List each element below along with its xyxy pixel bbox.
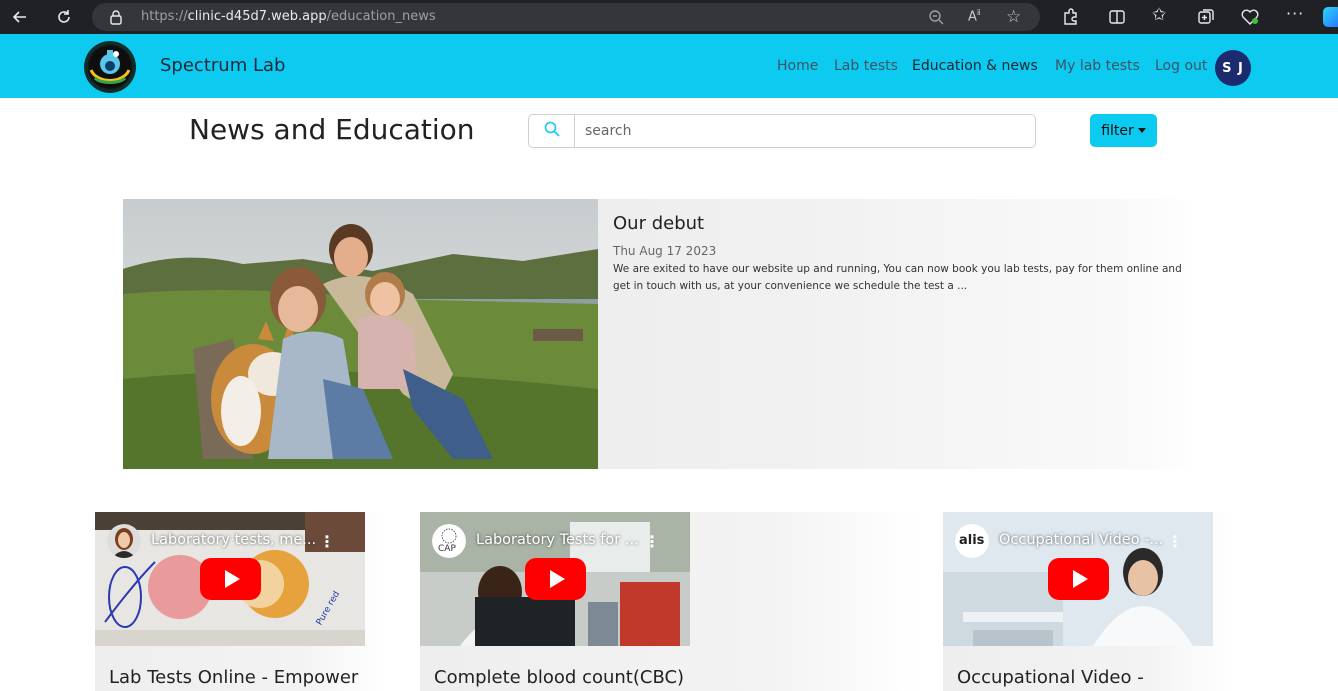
- nav-education-news[interactable]: Education & news: [912, 58, 1038, 74]
- featured-article-date: Thu Aug 17 2023: [613, 244, 717, 258]
- video-card[interactable]: alis Occupational Video -... ⋮ Occupatio…: [943, 512, 1233, 691]
- video-title[interactable]: Laboratory Tests for ...: [476, 532, 639, 548]
- channel-avatar[interactable]: CAP: [432, 524, 466, 558]
- url-text: https://clinic-d45d7.web.app/education_n…: [141, 9, 436, 24]
- brand-name[interactable]: Spectrum Lab: [160, 55, 285, 76]
- video-card[interactable]: CAP Laboratory Tests for ... ⋮ Complete …: [420, 512, 920, 691]
- favorite-star-icon[interactable]: ☆: [1006, 7, 1021, 27]
- channel-avatar[interactable]: [107, 524, 141, 558]
- play-button-icon[interactable]: [525, 558, 586, 600]
- user-avatar[interactable]: S J: [1215, 50, 1251, 86]
- video-thumbnail[interactable]: Pure red Laboratory tests, me... ⋮: [95, 512, 365, 646]
- split-screen-icon[interactable]: [1108, 8, 1126, 30]
- back-icon[interactable]: [8, 5, 32, 29]
- channel-avatar[interactable]: alis: [955, 524, 989, 558]
- lock-icon: [109, 9, 123, 29]
- video-thumbnail[interactable]: alis Occupational Video -... ⋮: [943, 512, 1213, 646]
- featured-article-title[interactable]: Our debut: [613, 213, 704, 234]
- search-icon: [544, 121, 560, 141]
- extensions-icon[interactable]: [1060, 7, 1080, 31]
- more-vert-icon[interactable]: ⋮: [319, 532, 335, 551]
- browser-toolbar: https://clinic-d45d7.web.app/education_n…: [0, 0, 1338, 34]
- read-aloud-icon[interactable]: Aⅱ: [968, 8, 981, 24]
- caret-down-icon: [1137, 128, 1146, 133]
- spectrum-lab-logo[interactable]: [83, 40, 137, 94]
- play-button-icon[interactable]: [200, 558, 261, 600]
- nav-log-out[interactable]: Log out: [1155, 58, 1207, 74]
- search-button[interactable]: [529, 115, 575, 147]
- nav-home[interactable]: Home: [777, 58, 818, 74]
- collections-icon[interactable]: [1197, 8, 1215, 30]
- page-title: News and Education: [189, 113, 475, 146]
- video-thumbnail[interactable]: CAP Laboratory Tests for ... ⋮: [420, 512, 690, 646]
- more-vert-icon[interactable]: ⋮: [644, 532, 660, 551]
- play-button-icon[interactable]: [1048, 558, 1109, 600]
- browser-essentials-icon[interactable]: [1240, 8, 1260, 30]
- featured-article-card[interactable]: Our debut Thu Aug 17 2023 We are exited …: [123, 199, 1198, 469]
- copilot-icon[interactable]: [1323, 7, 1338, 27]
- nav-lab-tests[interactable]: Lab tests: [834, 58, 898, 74]
- video-title[interactable]: Occupational Video -...: [999, 532, 1163, 548]
- card-title[interactable]: Complete blood count(CBC): [434, 667, 684, 688]
- site-navbar: Spectrum Lab Home Lab tests Education & …: [0, 34, 1338, 98]
- more-vert-icon[interactable]: ⋮: [1167, 532, 1183, 551]
- video-title[interactable]: Laboratory tests, me...: [151, 532, 316, 548]
- address-bar[interactable]: https://clinic-d45d7.web.app/education_n…: [92, 3, 1040, 31]
- featured-article-excerpt: We are exited to have our website up and…: [613, 263, 1182, 292]
- nav-my-lab-tests[interactable]: My lab tests: [1055, 58, 1140, 74]
- filter-label: filter: [1101, 122, 1134, 139]
- video-card[interactable]: Pure red Laboratory tests, me... ⋮ Lab T…: [95, 512, 385, 691]
- favorites-icon[interactable]: ✩: [1152, 5, 1166, 25]
- zoom-icon[interactable]: [928, 9, 944, 29]
- card-title[interactable]: Occupational Video -: [957, 667, 1144, 688]
- filter-dropdown-button[interactable]: filter: [1090, 114, 1157, 147]
- card-title[interactable]: Lab Tests Online - Empower: [109, 667, 358, 688]
- search-input[interactable]: [575, 115, 1035, 147]
- search-bar: [528, 114, 1036, 148]
- featured-article-image: [123, 199, 598, 469]
- refresh-icon[interactable]: [52, 5, 76, 29]
- more-menu-icon[interactable]: ···: [1286, 4, 1304, 23]
